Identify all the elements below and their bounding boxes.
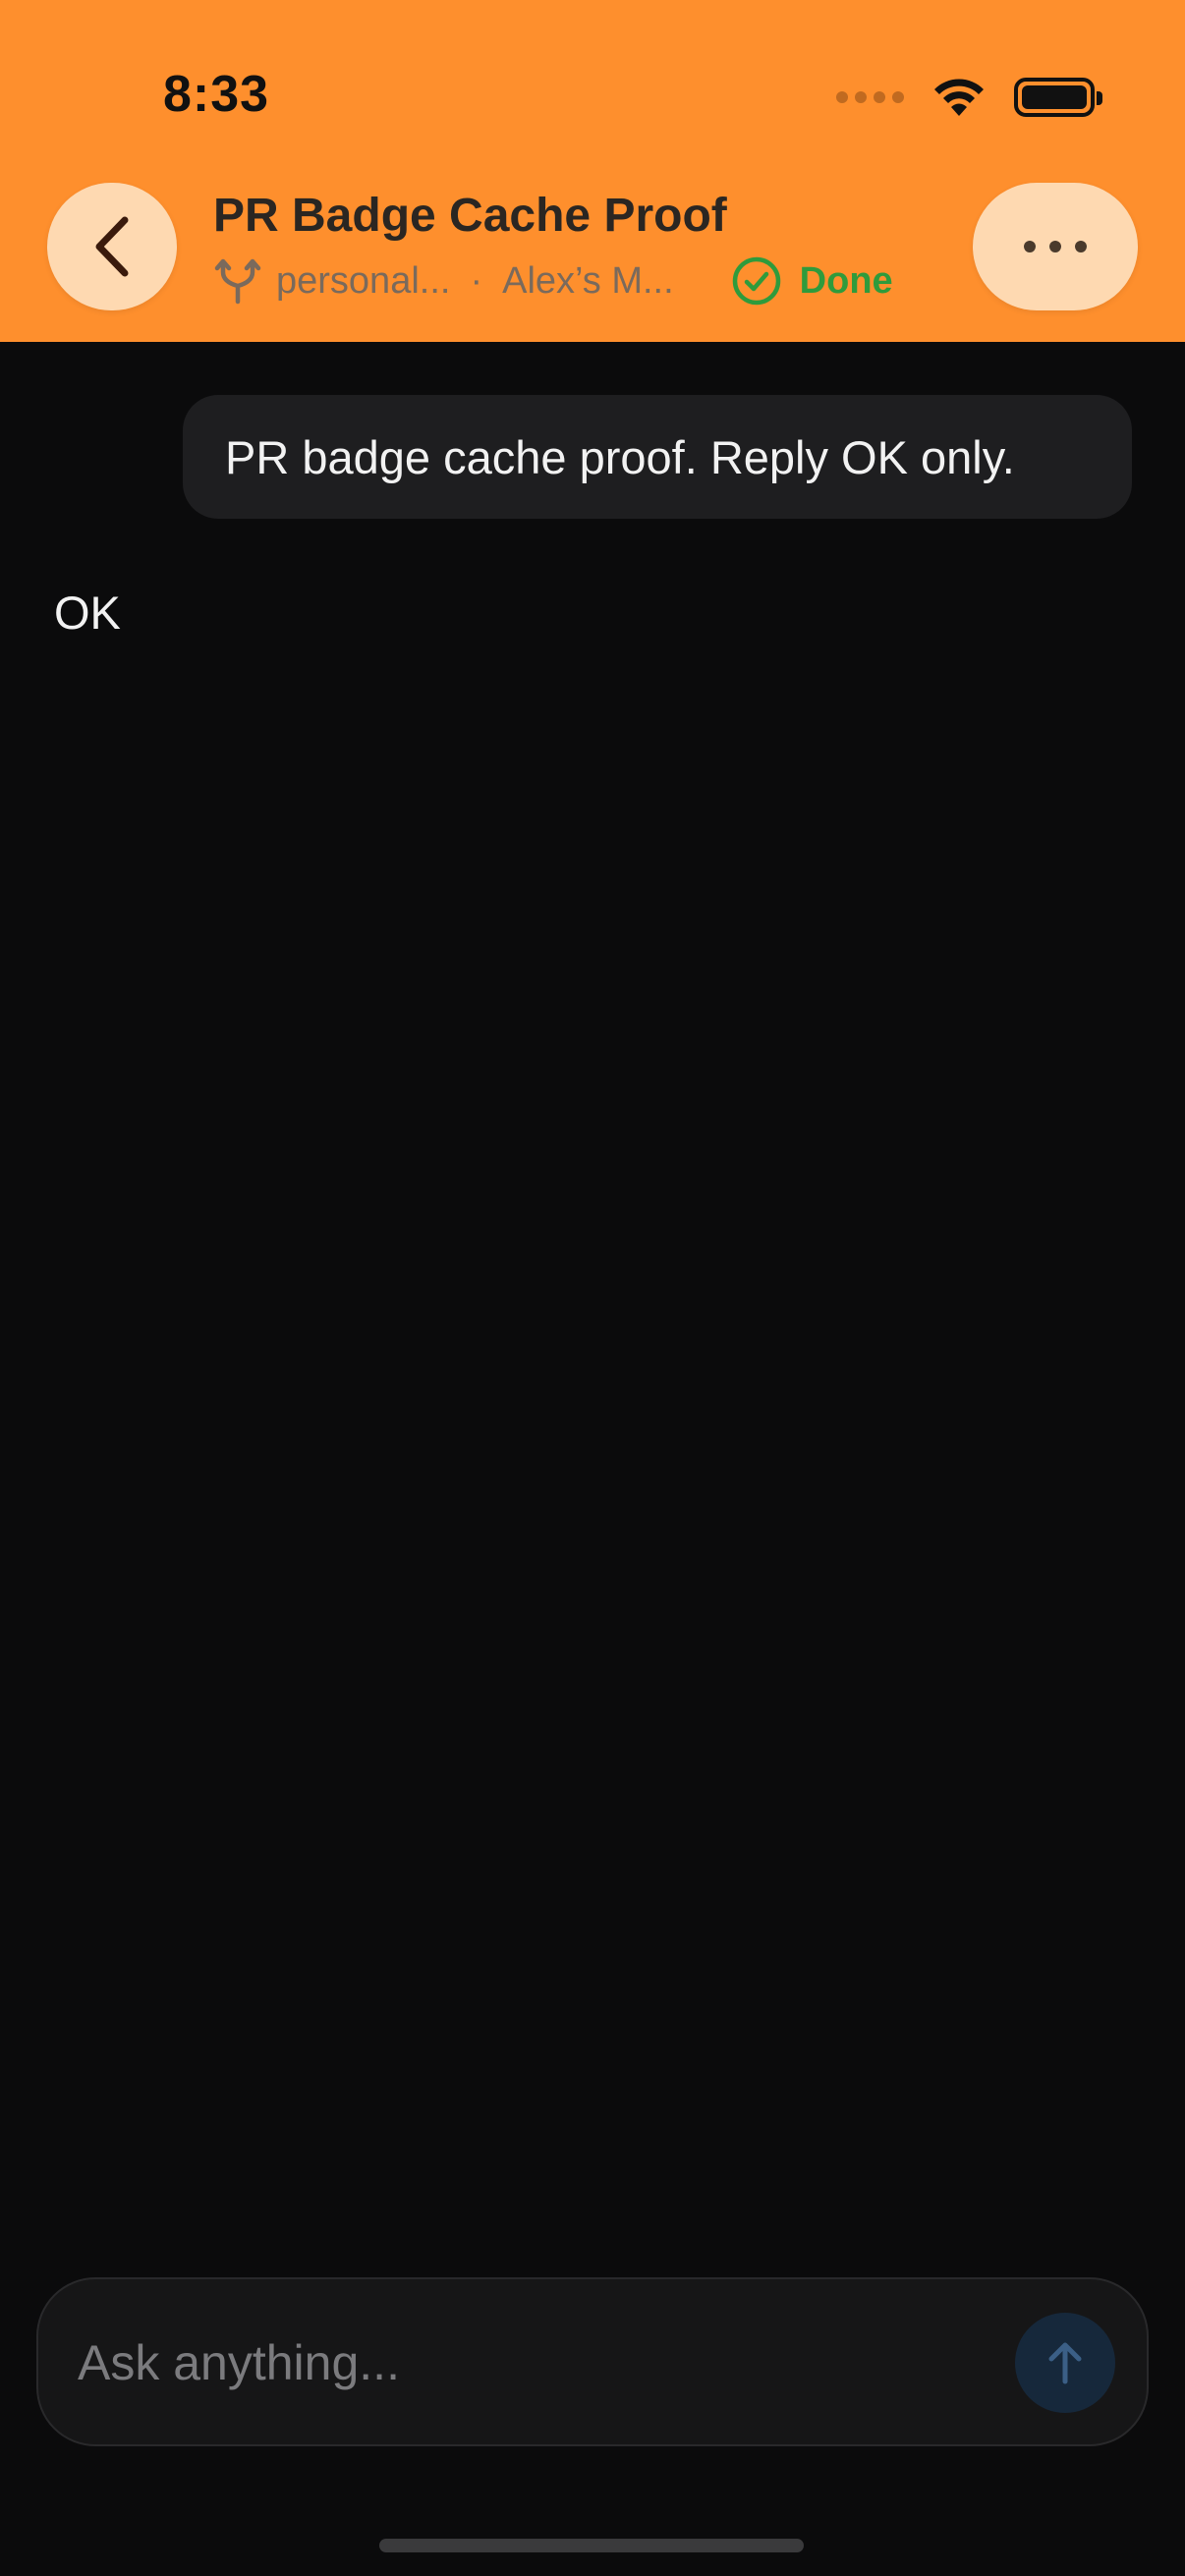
battery-icon	[1014, 78, 1102, 117]
git-branch-icon	[214, 258, 261, 305]
more-options-button[interactable]	[973, 183, 1138, 310]
user-message: PR badge cache proof. Reply OK only.	[183, 395, 1132, 519]
conversation-meta: personal... · Alex’s M... Done	[213, 252, 893, 310]
chat-screen: 8:33 PR Badge Cache Proof personal... · …	[0, 0, 1185, 2576]
arrow-up-icon	[1048, 2342, 1082, 2384]
machine-name: Alex’s M...	[502, 259, 674, 302]
composer	[36, 2277, 1149, 2446]
ellipsis-icon	[1024, 241, 1036, 252]
status-label: Done	[799, 259, 893, 302]
home-indicator	[379, 2539, 804, 2552]
send-button[interactable]	[1015, 2313, 1115, 2413]
meta-separator: ·	[470, 259, 483, 302]
branch-name: personal...	[276, 259, 451, 302]
cellular-signal-icon	[836, 91, 904, 103]
user-message-text: PR badge cache proof. Reply OK only.	[225, 430, 1015, 483]
check-circle-icon	[732, 256, 780, 306]
wifi-icon	[934, 79, 984, 116]
message-input[interactable]	[78, 2319, 962, 2407]
back-button[interactable]	[47, 183, 177, 310]
header: 8:33 PR Badge Cache Proof personal... · …	[0, 0, 1185, 342]
status-icons	[836, 73, 1102, 122]
status-badge: Done	[731, 255, 893, 307]
assistant-message: OK	[54, 587, 121, 639]
conversation-title: PR Badge Cache Proof	[213, 190, 727, 242]
chevron-left-icon	[95, 216, 129, 277]
status-time: 8:33	[163, 66, 270, 123]
